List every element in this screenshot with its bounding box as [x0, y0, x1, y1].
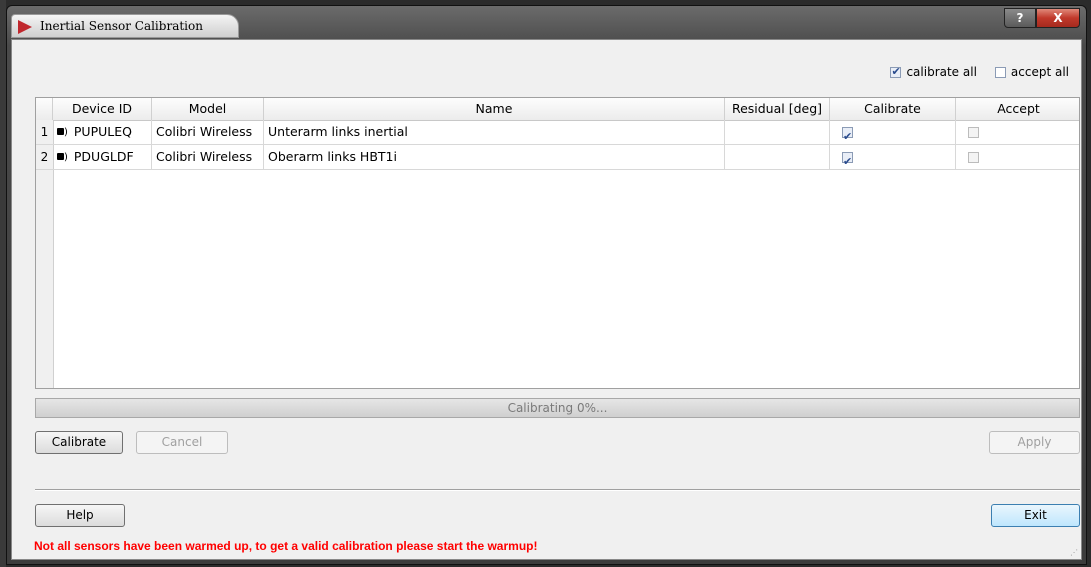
- separator-line: [35, 489, 1080, 491]
- resize-grip-icon[interactable]: ⋰: [1070, 548, 1078, 557]
- accept-all-option[interactable]: accept all: [994, 65, 1069, 79]
- accept-cell: [956, 120, 1081, 144]
- table-row[interactable]: 1 ) PUPULEQ Colibri Wireless Unterarm li…: [36, 120, 1079, 145]
- residual-cell: [725, 120, 830, 144]
- dialog-client-area: calibrate all accept all Device ID Model…: [11, 39, 1082, 560]
- calibrate-all-label: calibrate all: [906, 65, 977, 79]
- row-number: 1: [36, 120, 53, 144]
- global-options: calibrate all accept all: [890, 64, 1069, 80]
- window-title: Inertial Sensor Calibration: [40, 19, 203, 33]
- column-header-model[interactable]: Model: [152, 98, 264, 120]
- cancel-button[interactable]: Cancel: [136, 431, 228, 454]
- calibrate-cell: [830, 120, 956, 144]
- row-accept-checkbox[interactable]: [968, 127, 979, 138]
- calibration-progress-bar: Calibrating 0%...: [35, 398, 1080, 418]
- column-header-residual[interactable]: Residual [deg]: [725, 98, 830, 120]
- accept-cell: [956, 145, 1081, 169]
- table-row[interactable]: 2 ) PDUGLDF Colibri Wireless Oberarm lin…: [36, 145, 1079, 170]
- row-calibrate-checkbox[interactable]: [842, 125, 853, 144]
- device-id-value: PDUGLDF: [73, 149, 134, 164]
- column-header-calibrate[interactable]: Calibrate: [830, 98, 956, 120]
- app-logo-icon: [18, 20, 32, 34]
- calibration-window: Inertial Sensor Calibration ? X calibrat…: [6, 5, 1087, 565]
- calibrate-cell: [830, 145, 956, 169]
- name-cell[interactable]: Oberarm links HBT1i: [264, 145, 725, 169]
- exit-button[interactable]: Exit: [991, 504, 1080, 527]
- row-calibrate-checkbox[interactable]: [842, 150, 853, 169]
- title-tab: Inertial Sensor Calibration: [11, 14, 239, 38]
- column-header-accept[interactable]: Accept: [956, 98, 1081, 120]
- accept-all-checkbox[interactable]: [994, 66, 1006, 78]
- device-id-cell: ) PDUGLDF: [53, 145, 152, 169]
- warmup-warning-text: Not all sensors have been warmed up, to …: [34, 539, 538, 553]
- row-accept-checkbox[interactable]: [968, 152, 979, 163]
- calibrate-button[interactable]: Calibrate: [35, 431, 123, 454]
- help-button[interactable]: Help: [35, 504, 125, 527]
- model-cell: Colibri Wireless: [152, 120, 264, 144]
- table-header: Device ID Model Name Residual [deg] Cali…: [36, 98, 1079, 121]
- corner-header: [36, 98, 53, 120]
- row-number: 2: [36, 145, 53, 169]
- wireless-sensor-icon: ): [57, 146, 68, 170]
- device-id-value: PUPULEQ: [73, 124, 132, 139]
- column-header-name[interactable]: Name: [264, 98, 725, 120]
- column-header-device-id[interactable]: Device ID: [53, 98, 152, 120]
- name-cell[interactable]: Unterarm links inertial: [264, 120, 725, 144]
- sensor-table: Device ID Model Name Residual [deg] Cali…: [35, 97, 1080, 389]
- calibrate-all-checkbox[interactable]: [890, 65, 902, 78]
- accept-all-label: accept all: [1010, 65, 1069, 79]
- title-close-button[interactable]: X: [1036, 8, 1080, 28]
- residual-cell: [725, 145, 830, 169]
- wireless-sensor-icon: ): [57, 121, 68, 145]
- apply-button[interactable]: Apply: [989, 431, 1080, 454]
- device-id-cell: ) PUPULEQ: [53, 120, 152, 144]
- model-cell: Colibri Wireless: [152, 145, 264, 169]
- title-help-button[interactable]: ?: [1004, 8, 1036, 28]
- calibrate-all-option[interactable]: calibrate all: [890, 65, 977, 79]
